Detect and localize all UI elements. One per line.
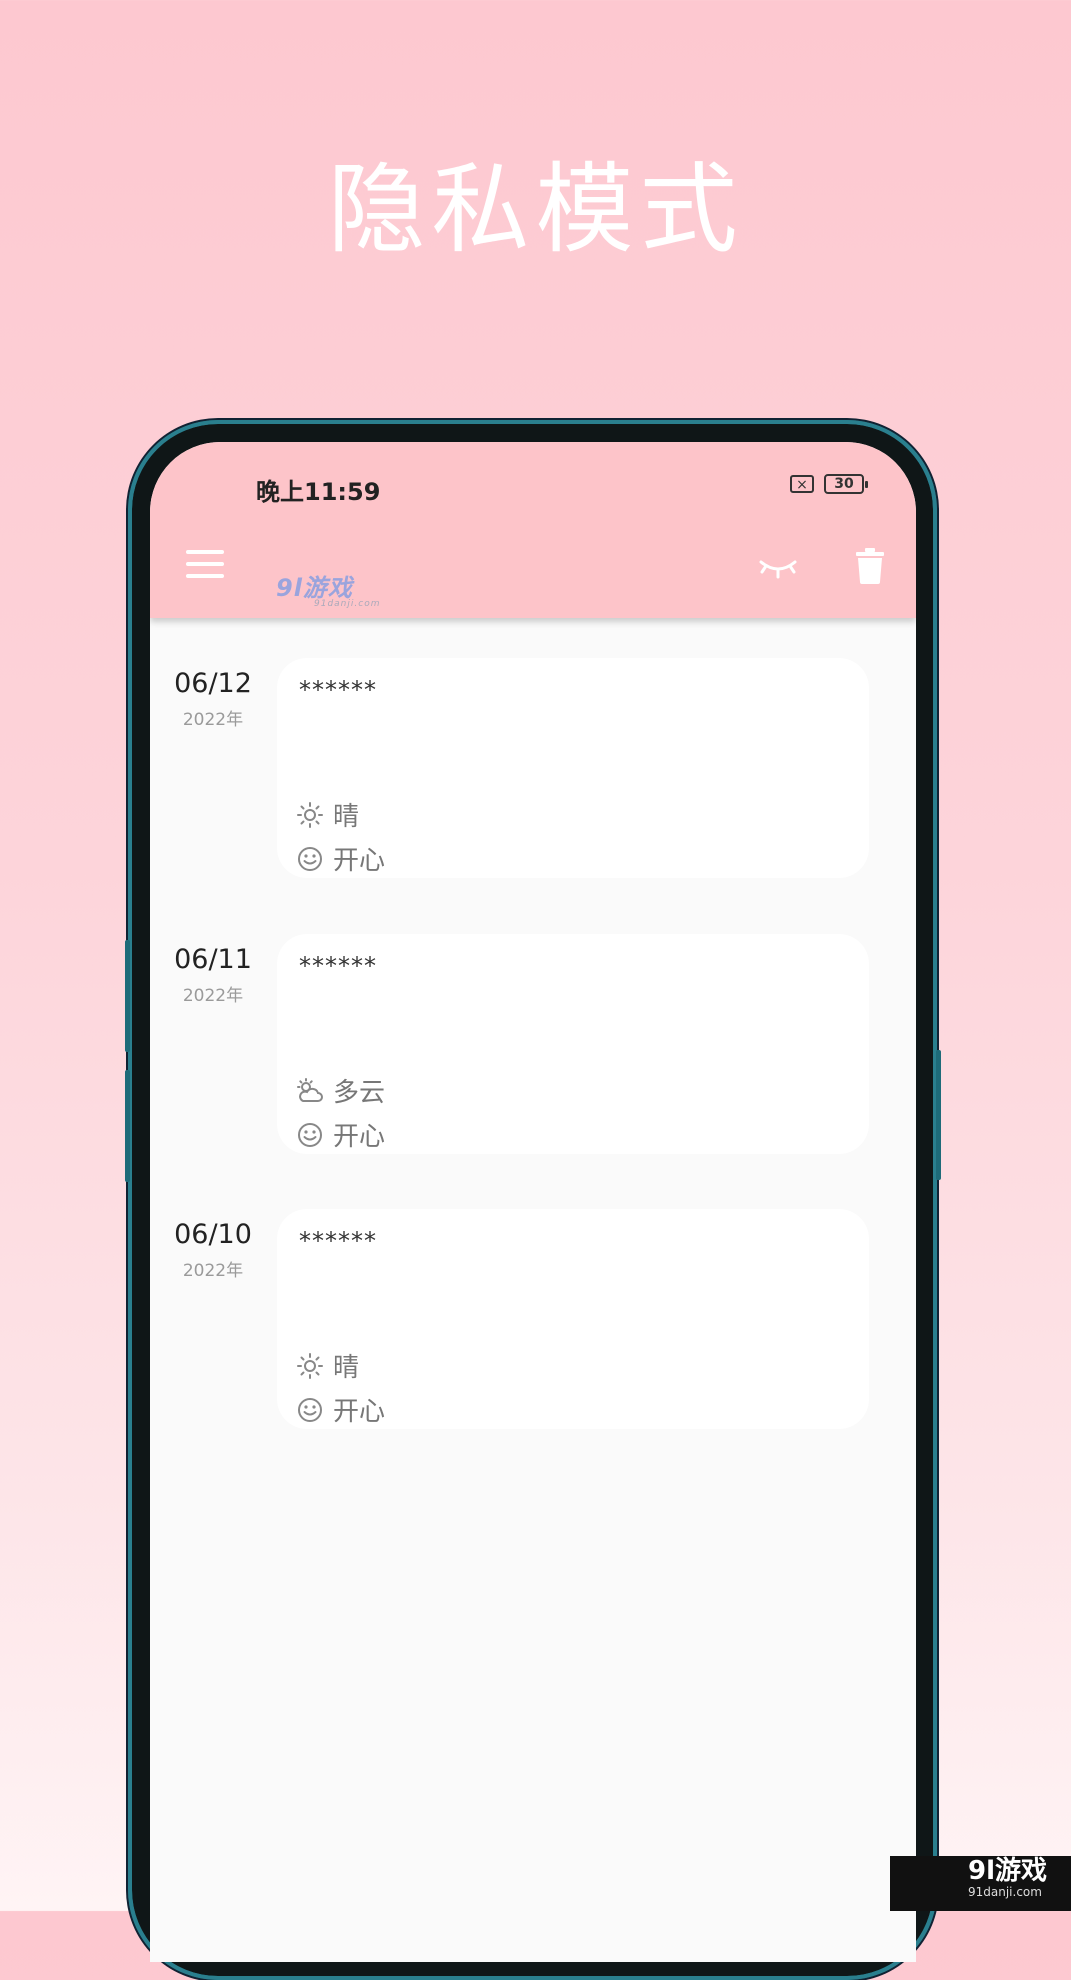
status-time: 晚上11:59: [256, 478, 381, 506]
weather-label: 多云: [333, 1078, 386, 1108]
phone-side-button: [125, 1070, 130, 1182]
phone-screen: 晚上11:59 × 30 9l游戏 91danji.com 06/12 2022…: [150, 442, 916, 1962]
entry-day: 06/10: [174, 1219, 252, 1250]
entry-date: 06/11 2022年: [172, 944, 254, 1006]
diary-entry[interactable]: 06/11 2022年 ****** 多云 开心: [150, 934, 916, 1164]
battery-icon: 30: [824, 474, 868, 494]
entry-day: 06/11: [174, 944, 252, 975]
entry-card[interactable]: ****** 多云 开心: [277, 934, 869, 1154]
entry-day: 06/12: [174, 668, 252, 699]
entry-year: 2022年: [182, 1261, 244, 1281]
phone-side-button: [936, 1050, 941, 1180]
mood-label: 开心: [333, 1122, 386, 1152]
corner-brand: 9l游戏: [968, 1856, 1048, 1886]
watermark-logo: 9l游戏 91danji.com: [276, 568, 380, 609]
entry-date: 06/10 2022年: [172, 1219, 254, 1281]
entry-date: 06/12 2022年: [172, 668, 254, 730]
closed-eye-icon[interactable]: [758, 554, 798, 580]
watermark-site: 91danji.com: [314, 599, 381, 609]
entry-weather: 晴: [297, 1347, 359, 1384]
trash-icon[interactable]: [856, 548, 884, 584]
sun-icon: [297, 1352, 323, 1379]
entry-mood: 开心: [297, 840, 385, 877]
weather-label: 晴: [333, 802, 360, 832]
entry-weather: 晴: [297, 796, 359, 833]
status-icons: × 30: [790, 474, 868, 494]
entry-weather: 多云: [297, 1072, 385, 1109]
sun-icon: [297, 801, 323, 828]
entry-card[interactable]: ****** 晴 开心: [277, 658, 869, 878]
entry-content: ******: [299, 1227, 377, 1255]
entry-year: 2022年: [182, 710, 244, 730]
mood-label: 开心: [333, 846, 386, 876]
corner-watermark: 9l游戏 91danji.com: [890, 1856, 1071, 1911]
entry-content: ******: [299, 676, 377, 704]
entry-content: ******: [299, 952, 377, 980]
watermark-brand: 9l游戏: [276, 574, 353, 602]
diary-entry[interactable]: 06/10 2022年 ****** 晴 开心: [150, 1209, 916, 1439]
weather-label: 晴: [333, 1353, 360, 1383]
diary-entry[interactable]: 06/12 2022年 ****** 晴 开心: [150, 658, 916, 888]
entry-mood: 开心: [297, 1391, 385, 1428]
entry-mood: 开心: [297, 1116, 385, 1153]
entry-year: 2022年: [182, 986, 244, 1006]
phone-side-button: [125, 940, 130, 1052]
promo-headline: 隐私模式: [327, 153, 744, 267]
smile-icon: [298, 846, 322, 871]
smile-icon: [298, 1122, 322, 1147]
no-sim-icon: ×: [790, 475, 814, 493]
mood-label: 开心: [333, 1397, 386, 1427]
app-bar: 晚上11:59 × 30 9l游戏 91danji.com: [150, 442, 916, 618]
corner-site: 91danji.com: [968, 1885, 1042, 1899]
entry-card[interactable]: ****** 晴 开心: [277, 1209, 869, 1429]
cloudy-icon: [297, 1077, 323, 1102]
menu-icon[interactable]: [186, 550, 224, 578]
smile-icon: [298, 1397, 322, 1422]
